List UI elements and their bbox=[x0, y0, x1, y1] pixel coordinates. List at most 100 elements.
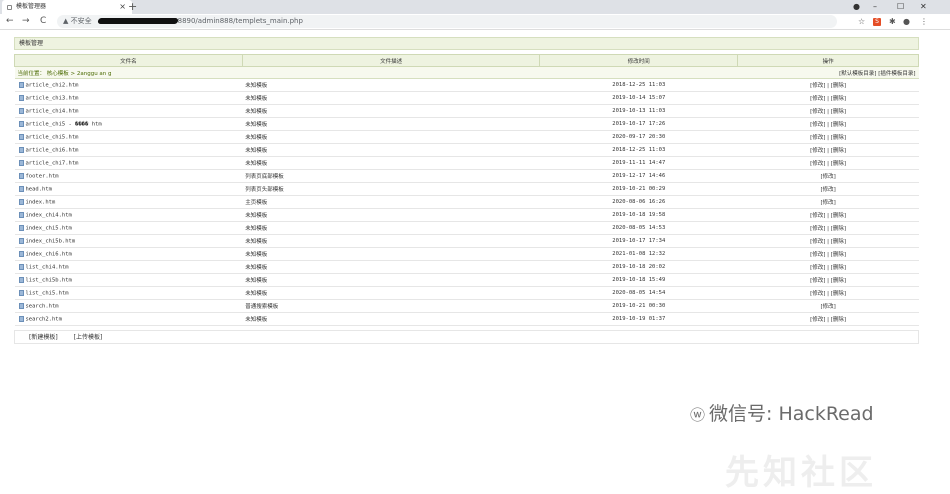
filename-text: list_chi5b.htm bbox=[25, 277, 72, 284]
filename-cell[interactable]: index.htm bbox=[14, 195, 243, 209]
upload-template-link[interactable]: [上传模板] bbox=[74, 334, 103, 341]
actions-cell[interactable]: [修改] | [删除] bbox=[737, 286, 919, 300]
profile-indicator-icon[interactable]: ● bbox=[853, 0, 860, 13]
filename-cell[interactable]: search2.htm bbox=[14, 312, 243, 326]
table-row: search2.htm 未知模板 2019-10-19 01:37 [修改] | [删… bbox=[14, 312, 919, 326]
filename-text: head.htm bbox=[25, 186, 53, 193]
minimize-button[interactable]: – bbox=[873, 0, 877, 13]
forward-button[interactable]: → bbox=[22, 14, 30, 29]
table-row: list_chi4.htm 未知模板 2019-10-18 20:02 [修改] | … bbox=[14, 260, 919, 274]
description-cell: 未知模板 bbox=[242, 91, 540, 105]
filename-cell[interactable]: article_chi3.htm bbox=[14, 91, 243, 105]
new-tab-button[interactable]: + bbox=[128, 0, 137, 13]
file-icon bbox=[18, 159, 24, 166]
new-template-link[interactable]: [新建模板] bbox=[29, 334, 58, 341]
file-icon bbox=[18, 237, 24, 244]
actions-cell[interactable]: [修改] | [删除] bbox=[737, 91, 919, 105]
time-cell: 2018-12-25 11:03 bbox=[539, 78, 738, 92]
filename-cell[interactable]: article_chi5 - ���� htm bbox=[14, 117, 243, 131]
close-window-button[interactable]: ✕ bbox=[920, 0, 927, 13]
filename-cell[interactable]: list_chi5b.htm bbox=[14, 273, 243, 287]
time-cell: 2019-10-18 19:58 bbox=[539, 208, 738, 222]
bookmark-star-icon[interactable]: ☆ bbox=[858, 14, 865, 29]
actions-cell[interactable]: [修改] | [删除] bbox=[737, 260, 919, 274]
filename-text: index_chi6.htm bbox=[25, 251, 72, 258]
maximize-button[interactable]: ☐ bbox=[897, 0, 904, 13]
reload-button[interactable]: C bbox=[40, 14, 46, 29]
redacted-host bbox=[97, 18, 179, 24]
filename-cell[interactable]: article_chi2.htm bbox=[14, 78, 243, 92]
actions-cell[interactable]: [修改] | [删除] bbox=[737, 208, 919, 222]
browser-menu-icon[interactable]: ⋮ bbox=[920, 14, 928, 29]
tab-templates[interactable]: 模板管理器 × bbox=[2, 0, 132, 14]
filename-cell[interactable]: index_chi5.htm bbox=[14, 221, 243, 235]
filename-cell[interactable]: article_chi4.htm bbox=[14, 104, 243, 118]
filename-cell[interactable]: index_chi6.htm bbox=[14, 247, 243, 261]
file-icon bbox=[18, 81, 24, 88]
time-cell: 2020-08-06 16:26 bbox=[539, 195, 738, 209]
actions-cell[interactable]: [修改] | [删除] bbox=[737, 130, 919, 144]
filename-cell[interactable]: footer.htm bbox=[14, 169, 243, 183]
description-cell: 未知模板 bbox=[242, 286, 540, 300]
filename-text: index_chi5.htm bbox=[25, 225, 72, 232]
extension-icon[interactable]: S bbox=[873, 18, 881, 26]
security-warning[interactable]: ▲ 不安全 bbox=[63, 17, 92, 25]
actions-cell[interactable]: [修改] bbox=[737, 195, 919, 209]
profile-avatar-icon[interactable]: ● bbox=[903, 14, 910, 29]
filename-cell[interactable]: article_chi5.htm bbox=[14, 130, 243, 144]
filename-cell[interactable]: list_chi4.htm bbox=[14, 260, 243, 274]
back-button[interactable]: ← bbox=[6, 14, 14, 29]
filename-text: search.htm bbox=[25, 303, 59, 310]
col-filename: 文件名 bbox=[14, 54, 243, 67]
description-cell: 列表页底部模板 bbox=[242, 169, 540, 183]
file-icon bbox=[18, 120, 24, 127]
actions-cell[interactable]: [修改] bbox=[737, 169, 919, 183]
filename-text: article_chi4.htm bbox=[25, 108, 79, 115]
filename-cell[interactable]: head.htm bbox=[14, 182, 243, 196]
panel-title: 模板管理 bbox=[14, 37, 919, 50]
filename-cell[interactable]: search.htm bbox=[14, 299, 243, 313]
description-cell: 普通搜索模板 bbox=[242, 299, 540, 313]
tab-title: 模板管理器 bbox=[16, 3, 47, 10]
filename-cell[interactable]: index_chi4.htm bbox=[14, 208, 243, 222]
background-watermark: 先知社区 bbox=[725, 453, 877, 493]
filename-text: list_chi4.htm bbox=[25, 264, 69, 271]
tab-close-icon[interactable]: × bbox=[119, 0, 126, 14]
table-row: article_chi3.htm 未知模板 2019-10-14 15:07 [修改]… bbox=[14, 91, 919, 105]
actions-cell[interactable]: [修改] | [删除] bbox=[737, 78, 919, 92]
actions-cell[interactable]: [修改] bbox=[737, 182, 919, 196]
filename-cell[interactable]: index_chi5b.htm bbox=[14, 234, 243, 248]
actions-cell[interactable]: [修改] | [删除] bbox=[737, 104, 919, 118]
actions-cell[interactable]: [修改] | [删除] bbox=[737, 273, 919, 287]
filename-cell[interactable]: list_chi5.htm bbox=[14, 286, 243, 300]
actions-cell[interactable]: [修改] | [删除] bbox=[737, 117, 919, 131]
actions-cell[interactable]: [修改] bbox=[737, 299, 919, 313]
actions-cell[interactable]: [修改] | [删除] bbox=[737, 221, 919, 235]
table-row: index.htm 主页模板 2020-08-06 16:26 [修改] bbox=[14, 195, 919, 209]
actions-cell[interactable]: [修改] | [删除] bbox=[737, 312, 919, 326]
time-cell: 2018-12-25 11:03 bbox=[539, 143, 738, 157]
address-bar[interactable]: ▲ 不安全 8890/admin888/templets_main.php bbox=[57, 15, 837, 28]
file-icon bbox=[18, 133, 24, 140]
col-description: 文件描述 bbox=[241, 54, 541, 67]
filename-cell[interactable]: article_chi7.htm bbox=[14, 156, 243, 170]
file-icon bbox=[18, 146, 24, 153]
file-icon bbox=[18, 302, 24, 309]
description-cell: 未知模板 bbox=[242, 247, 540, 261]
description-cell: 未知模板 bbox=[242, 104, 540, 118]
actions-cell[interactable]: [修改] | [删除] bbox=[737, 247, 919, 261]
file-icon bbox=[18, 315, 24, 322]
actions-cell[interactable]: [修改] | [删除] bbox=[737, 143, 919, 157]
extensions-puzzle-icon[interactable]: ✱ bbox=[889, 14, 896, 29]
location-row: 当前位置： 核心模板 > 2anggu an g [默认模板目录] [插件模板目… bbox=[14, 66, 919, 79]
filename-cell[interactable]: article_chi6.htm bbox=[14, 143, 243, 157]
file-icon bbox=[18, 289, 24, 296]
description-cell: 未知模板 bbox=[242, 221, 540, 235]
template-dir-links[interactable]: [默认模板目录] [插件模板目录] bbox=[539, 66, 919, 79]
filename-text: article_chi2.htm bbox=[25, 82, 79, 89]
actions-cell[interactable]: [修改] | [删除] bbox=[737, 156, 919, 170]
breadcrumb[interactable]: 当前位置： 核心模板 > 2anggu an g bbox=[14, 66, 540, 79]
file-icon bbox=[18, 276, 24, 283]
actions-cell[interactable]: [修改] | [删除] bbox=[737, 234, 919, 248]
filename-text: article_chi7.htm bbox=[25, 160, 79, 167]
